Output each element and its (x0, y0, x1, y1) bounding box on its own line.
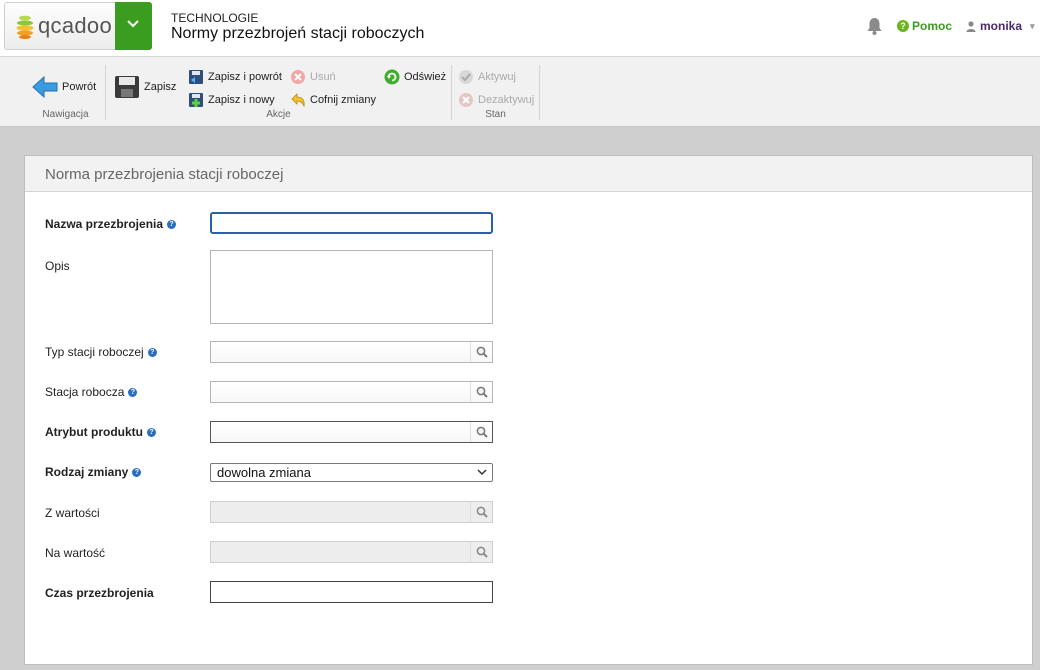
change-type-label: Rodzaj zmiany ? (45, 465, 142, 479)
lookup-button[interactable] (470, 342, 492, 362)
changeover-time-input[interactable] (210, 581, 493, 603)
page-title: Normy przezbrojeń stacji roboczych (171, 25, 425, 42)
info-icon[interactable]: ? (128, 387, 138, 397)
description-textarea[interactable] (210, 250, 493, 324)
info-icon[interactable]: ? (132, 467, 142, 477)
logo-text: qcadoo (38, 13, 112, 38)
save-and-new-label: Zapisz i nowy (208, 94, 275, 106)
user-icon (966, 20, 976, 32)
change-type-select[interactable]: dowolna zmiana (210, 463, 493, 482)
info-icon[interactable]: ? (147, 347, 157, 357)
lookup-button (470, 502, 492, 522)
undo-changes-button[interactable]: Cofnij zmiany (290, 92, 376, 108)
chevron-down-icon (477, 469, 487, 476)
workstation-label-text: Stacja robocza (45, 385, 125, 399)
deactivate-label: Dezaktywuj (478, 94, 535, 106)
workstation-type-lookup[interactable] (210, 341, 493, 363)
deactivate-button[interactable]: Dezaktywuj (458, 92, 534, 108)
to-value-label: Na wartość (45, 546, 106, 560)
activate-icon (459, 70, 473, 84)
back-label: Powrót (62, 81, 97, 93)
form-title: Norma przezbrojenia stacji roboczej (25, 156, 1032, 192)
bell-icon[interactable] (866, 17, 883, 36)
user-name: monika (980, 19, 1023, 33)
undo-label: Cofnij zmiany (310, 94, 377, 106)
workstation-type-label-text: Typ stacji roboczej (45, 345, 144, 359)
help-link[interactable]: ? Pomoc (897, 19, 952, 33)
help-icon: ? (897, 20, 909, 32)
name-input[interactable] (210, 212, 493, 234)
name-label: Nazwa przezbrojenia ? (45, 217, 177, 231)
save-and-new-button[interactable]: Zapisz i nowy (188, 92, 275, 108)
lookup-button (470, 542, 492, 562)
save-and-back-label: Zapisz i powrót (208, 71, 282, 83)
delete-icon (291, 70, 305, 84)
form-panel: Norma przezbrojenia stacji roboczej Nazw… (24, 155, 1033, 665)
ribbon-group-actions: Zapisz Zapisz i powrót Zapisz i nowy Usu… (106, 65, 452, 120)
qcadoo-logo-icon (16, 15, 34, 39)
delete-label: Usuń (310, 71, 336, 83)
chevron-down-icon (127, 20, 139, 28)
back-arrow-icon (32, 75, 58, 99)
chevron-down-icon: ▾ (1030, 20, 1035, 31)
refresh-label: Odśwież (404, 71, 447, 83)
save-and-back-button[interactable]: Zapisz i powrót (188, 69, 282, 85)
refresh-button[interactable]: Odśwież (384, 69, 446, 85)
top-bar: qcadoo TECHNOLOGIE Normy przezbrojeń sta… (0, 0, 1040, 57)
ribbon-group-navigation: Powrót Nawigacja (26, 65, 106, 120)
change-type-label-text: Rodzaj zmiany (45, 465, 129, 479)
magnifier-icon (476, 386, 488, 398)
product-attribute-label: Atrybut produktu ? (45, 425, 156, 439)
activate-label: Aktywuj (478, 71, 516, 83)
group-label-actions: Akcje (266, 109, 291, 120)
product-attribute-lookup[interactable] (210, 421, 493, 443)
from-value-label: Z wartości (45, 506, 100, 520)
to-value-lookup (210, 541, 493, 563)
module-name: TECHNOLOGIE (171, 11, 259, 25)
changeover-time-label: Czas przezbrojenia (45, 586, 154, 600)
info-icon[interactable]: ? (147, 427, 156, 437)
save-back-icon (189, 70, 203, 84)
user-menu[interactable]: monika ▾ (966, 19, 1035, 33)
floppy-disk-icon (115, 76, 139, 98)
info-icon[interactable]: ? (167, 219, 177, 229)
from-value-lookup (210, 501, 493, 523)
deactivate-icon (459, 93, 473, 107)
ribbon-toolbar: Powrót Nawigacja Zapisz Zapisz i powrót … (0, 57, 1040, 127)
workstation-label: Stacja robocza ? (45, 385, 138, 399)
workstation-lookup[interactable] (210, 381, 493, 403)
magnifier-icon (476, 506, 488, 518)
save-button[interactable]: Zapisz (114, 75, 176, 99)
magnifier-icon (476, 346, 488, 358)
save-label: Zapisz (144, 81, 177, 93)
activate-button[interactable]: Aktywuj (458, 69, 516, 85)
back-button[interactable]: Powrót (32, 75, 96, 99)
magnifier-icon (476, 426, 488, 438)
description-label: Opis (45, 259, 70, 273)
delete-button[interactable]: Usuń (290, 69, 336, 85)
undo-icon (291, 93, 305, 108)
group-label-state: Stan (485, 109, 506, 120)
menu-dropdown-button[interactable] (115, 2, 152, 50)
help-label: Pomoc (912, 19, 953, 33)
ribbon-group-state: Aktywuj Dezaktywuj Stan (452, 65, 540, 120)
change-type-value: dowolna zmiana (217, 465, 311, 480)
lookup-button[interactable] (470, 422, 492, 442)
name-label-text: Nazwa przezbrojenia (45, 217, 164, 231)
product-attribute-label-text: Atrybut produktu (45, 425, 143, 439)
lookup-button[interactable] (470, 382, 492, 402)
group-label-navigation: Nawigacja (42, 109, 89, 120)
magnifier-icon (476, 546, 488, 558)
workstation-type-label: Typ stacji roboczej ? (45, 345, 157, 359)
save-new-icon (189, 93, 203, 107)
refresh-icon (384, 69, 400, 85)
